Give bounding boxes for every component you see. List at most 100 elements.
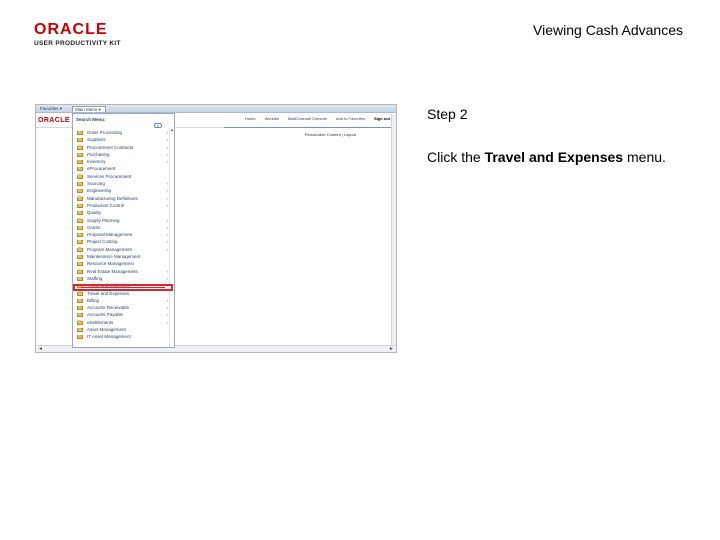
- menu-item-label: Staffing: [87, 275, 103, 281]
- menu-item[interactable]: Grants ›: [74, 224, 169, 231]
- scroll-left-arrow[interactable]: ◄: [38, 346, 43, 352]
- scroll-right-arrow[interactable]: ►: [389, 346, 394, 352]
- chevron-right-icon: ›: [166, 283, 168, 289]
- favorites-tab[interactable]: Favorites ▾: [38, 106, 68, 112]
- menu-item-label: Asset Management: [87, 327, 126, 333]
- header-divider: [224, 127, 392, 128]
- menu-item[interactable]: Project Costing ›: [74, 238, 169, 245]
- chevron-right-icon: ›: [166, 275, 168, 281]
- menu-item-label: Accounts Receivable: [87, 305, 130, 311]
- folder-icon: [77, 152, 83, 157]
- menu-search-go-button[interactable]: »: [154, 123, 162, 128]
- menu-item[interactable]: Accounts Receivable ›: [74, 304, 169, 311]
- menu-item-label: Grants: [87, 224, 101, 230]
- menu-item[interactable]: Resource Management: [74, 260, 169, 267]
- menu-scrollbar[interactable]: ▲: [169, 127, 174, 347]
- menu-item-label: Program Management: [87, 246, 132, 252]
- menu-item-label: Real Estate Management: [87, 268, 138, 274]
- menu-item-label: Project Costing: [87, 239, 118, 245]
- menu-item-list: Order Processing › Suppliers › Procurement C…: [74, 129, 169, 341]
- menu-item-label: Quality: [87, 210, 102, 216]
- header-link[interactable]: MultiChannel Console: [288, 116, 327, 121]
- menu-item-label: Travel and Expenses: [87, 290, 130, 296]
- menu-item-label: Maintenance Management: [87, 254, 141, 260]
- menu-item[interactable]: IT Asset Management: [74, 333, 169, 340]
- menu-scroll-up-icon[interactable]: ▲: [170, 127, 174, 132]
- menu-item[interactable]: Suppliers ›: [74, 136, 169, 143]
- folder-icon: [77, 298, 83, 303]
- header-link[interactable]: Add to Favorites: [336, 116, 365, 121]
- chevron-right-icon: ›: [166, 319, 168, 325]
- folder-icon: [77, 283, 83, 289]
- menu-item-label: Proposal Management: [87, 232, 133, 238]
- header-link[interactable]: Home: [245, 116, 256, 121]
- chevron-right-icon: ›: [166, 188, 168, 194]
- menu-item[interactable]: Real Estate Management ›: [74, 268, 169, 275]
- menu-item[interactable]: Billing ›: [74, 297, 169, 304]
- main-menu-tab[interactable]: Main Menu ▾: [72, 106, 106, 112]
- menu-item[interactable]: Staffing ›: [74, 275, 169, 282]
- folder-icon: [77, 247, 83, 252]
- menu-item[interactable]: Engineering ›: [74, 187, 169, 194]
- menu-item[interactable]: Procurement Contracts ›: [74, 144, 169, 151]
- folder-icon: [77, 218, 83, 223]
- header-link[interactable]: Sign out: [374, 116, 390, 121]
- menu-item[interactable]: Order Processing ›: [74, 129, 169, 136]
- logo-subtitle: USER PRODUCTIVITY KIT: [34, 40, 121, 47]
- instruction-prefix: Click the: [427, 149, 485, 165]
- chevron-right-icon: ›: [166, 130, 168, 135]
- folder-icon: [77, 320, 83, 325]
- chevron-right-icon: ›: [166, 232, 168, 238]
- menu-item-label: Sourcing: [87, 181, 105, 187]
- menu-item-label: Travel and Expenses: [87, 283, 130, 289]
- menu-item-travel-and-expenses[interactable]: Travel and Expenses ›: [74, 282, 169, 290]
- menu-item[interactable]: Purchasing ›: [74, 151, 169, 158]
- vertical-scrollbar[interactable]: [391, 114, 396, 346]
- menu-item-label: IT Asset Management: [87, 334, 131, 340]
- menu-item[interactable]: Manufacturing Definitions ›: [74, 195, 169, 202]
- chevron-right-icon: ›: [166, 297, 168, 303]
- folder-icon: [77, 262, 83, 267]
- folder-icon: [77, 327, 83, 333]
- folder-icon: [77, 210, 83, 216]
- menu-item[interactable]: Program Management ›: [74, 246, 169, 253]
- menu-item[interactable]: eProcurement: [74, 165, 169, 172]
- portal-nav-bar: Favorites ▾ Main Menu ▾: [36, 105, 396, 113]
- menu-item-label: Suppliers: [87, 137, 106, 143]
- menu-item-label: Resource Management: [87, 261, 134, 267]
- menu-item[interactable]: Accounts Payable ›: [74, 311, 169, 318]
- application-screenshot: Favorites ▾ Main Menu ▾ ORACLE Home Workl…: [35, 104, 397, 353]
- menu-item[interactable]: Travel and Expenses: [74, 290, 169, 297]
- menu-item[interactable]: Production Control ›: [74, 202, 169, 209]
- folder-icon: [77, 276, 83, 281]
- folder-icon: [77, 189, 83, 194]
- menu-item-label: Services Procurement: [87, 173, 132, 179]
- menu-item[interactable]: Services Procurement: [74, 173, 169, 180]
- menu-item-label: Supply Planning: [87, 217, 120, 223]
- folder-icon: [77, 335, 83, 340]
- chevron-right-icon: ›: [166, 159, 168, 165]
- folder-icon: [77, 196, 83, 201]
- main-menu-dropdown: Search Menu: » ▲ Order Processing › Suppli…: [72, 113, 175, 348]
- header-links: Home Worklist MultiChannel Console Add to F…: [236, 116, 390, 121]
- header-link[interactable]: Worklist: [265, 116, 279, 121]
- folder-icon: [77, 159, 83, 165]
- chevron-right-icon: ›: [166, 239, 168, 245]
- chevron-right-icon: ›: [166, 246, 168, 252]
- chevron-right-icon: ›: [166, 268, 168, 274]
- menu-item[interactable]: Maintenance Management: [74, 253, 169, 260]
- personalize-links[interactable]: Personalize Content | Layout: [305, 132, 356, 137]
- step-number: Step 2: [427, 106, 468, 122]
- menu-item-label: Procurement Contracts: [87, 144, 134, 150]
- oracle-upk-logo: ORACLE USER PRODUCTIVITY KIT: [34, 22, 134, 48]
- menu-item[interactable]: Proposal Management ›: [74, 231, 169, 238]
- step-instruction: Click the Travel and Expenses menu.: [427, 149, 666, 165]
- menu-item[interactable]: Asset Management: [74, 326, 169, 333]
- chevron-right-icon: ›: [166, 217, 168, 223]
- menu-item[interactable]: Quality: [74, 209, 169, 216]
- menu-item-label: Manufacturing Definitions: [87, 195, 138, 201]
- menu-item[interactable]: Inventory ›: [74, 158, 169, 165]
- menu-item[interactable]: Sourcing ›: [74, 180, 169, 187]
- menu-item[interactable]: eSettlements ›: [74, 319, 169, 326]
- menu-item[interactable]: Supply Planning ›: [74, 217, 169, 224]
